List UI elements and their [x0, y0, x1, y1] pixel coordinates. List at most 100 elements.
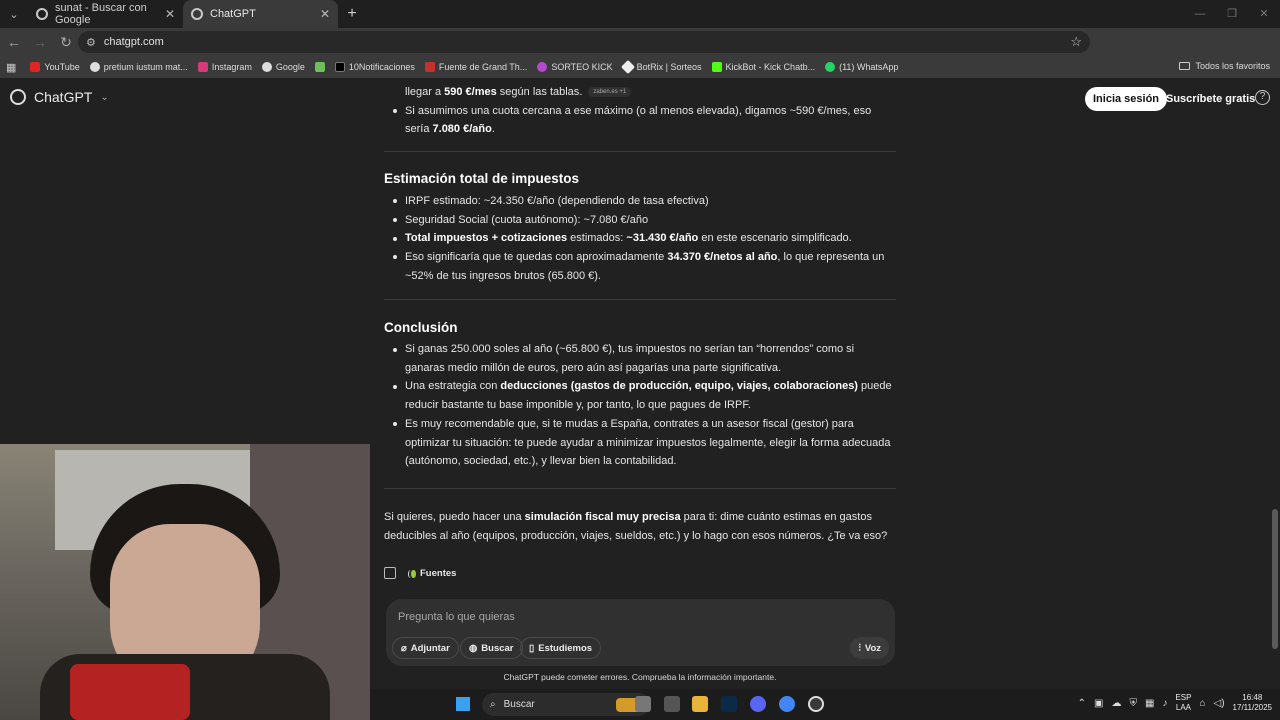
- globe-icon: ◍: [469, 642, 478, 654]
- bookmark-star-icon[interactable]: ☆: [1070, 34, 1082, 50]
- kickbot-icon: [711, 62, 722, 72]
- volume-icon[interactable]: ◁): [1214, 698, 1225, 709]
- text: Eso significaría que te quedas con aprox…: [405, 250, 668, 263]
- microphone-icon[interactable]: ♪: [1162, 698, 1167, 709]
- folder-icon: [1179, 62, 1191, 70]
- subscribe-button[interactable]: Suscríbete gratis: [1160, 87, 1261, 111]
- bookmark-fuente[interactable]: Fuente de Grand Th...: [424, 62, 527, 72]
- bookmarks-bar: ▦ YouTube pretium iustum mat... Instagra…: [0, 56, 1280, 78]
- forward-icon[interactable]: →: [28, 34, 52, 50]
- windows-taskbar: ⌕ Buscar ⌃ ▣ ☁ ⛨ ▦ ♪ ESP LAA ⌂ ◁) 16:48 17…: [370, 689, 1280, 720]
- new-tab-button[interactable]: +: [338, 0, 366, 28]
- waveform-icon: ⫶: [858, 642, 861, 654]
- instagram-icon: [197, 62, 208, 72]
- lang-text: LAA: [1175, 703, 1192, 712]
- windows-start-icon[interactable]: [456, 697, 470, 711]
- shield-icon[interactable]: ⛨: [1130, 698, 1138, 709]
- prompt-composer[interactable]: Pregunta lo que quieras ⌀ Adjuntar ◍ Busca…: [386, 599, 895, 666]
- back-icon[interactable]: ←: [2, 34, 26, 50]
- minimize-icon[interactable]: —: [1184, 0, 1216, 28]
- close-icon[interactable]: ✕: [165, 7, 175, 21]
- toolbar: ← → ↻ ⚙ chatgpt.com ☆ ● ▬ ⧉ ⤓ ≡ ● ⋮: [0, 28, 1280, 77]
- bookmark-botrix[interactable]: BotRix | Sorteos: [620, 59, 702, 75]
- list-item: Si asumimos una cuota cercana a ese máxi…: [384, 102, 896, 139]
- network-icon[interactable]: ⌂: [1199, 698, 1205, 709]
- copy-icon[interactable]: [384, 567, 396, 579]
- close-window-icon[interactable]: ✕: [1248, 0, 1280, 28]
- prompt-input[interactable]: Pregunta lo que quieras: [398, 611, 515, 623]
- disclaimer: ChatGPT puede cometer errores. Comprueba…: [503, 672, 777, 682]
- site-info-icon[interactable]: ⚙: [86, 36, 96, 49]
- text: .: [491, 123, 495, 136]
- discord-icon[interactable]: [750, 696, 766, 712]
- task-view-icon[interactable]: [635, 696, 651, 712]
- login-button[interactable]: Inicia sesión: [1085, 87, 1168, 111]
- tray-app-icon[interactable]: ▣: [1094, 698, 1103, 709]
- bullet-list: IRPF estimado: ~24.350 €/año (dependiend…: [384, 192, 896, 286]
- help-icon[interactable]: ?: [1255, 90, 1270, 105]
- obs-icon[interactable]: [808, 696, 824, 712]
- bookmark-kickbot[interactable]: KickBot - Kick Chatb...: [711, 62, 815, 72]
- chevron-down-icon: ⌄: [100, 91, 109, 103]
- restore-icon[interactable]: ❐: [1216, 0, 1248, 28]
- sources-button[interactable]: Fuentes: [406, 568, 456, 579]
- bookmark-instagram[interactable]: Instagram: [197, 62, 252, 72]
- button-label: Adjuntar: [410, 642, 450, 654]
- reload-icon[interactable]: ↻: [54, 34, 78, 51]
- chevron-up-icon[interactable]: ⌃: [1078, 698, 1086, 709]
- close-icon[interactable]: ✕: [320, 7, 330, 21]
- tray-app-icon[interactable]: ▦: [1145, 698, 1154, 709]
- bookmark-label: 10Notificaciones: [348, 62, 415, 72]
- google-icon: [261, 62, 272, 72]
- divider: [384, 151, 896, 153]
- message-actions: Fuentes: [384, 567, 456, 579]
- book-icon: ▯: [529, 642, 535, 654]
- bookmark-sorteo-kick[interactable]: SORTEO KICK: [537, 62, 613, 72]
- divider: [384, 299, 896, 301]
- text: según las tablas.: [496, 86, 583, 98]
- text-bold: 7.080 €/año: [432, 123, 492, 136]
- text-bold: deducciones (gastos de producción, equip…: [500, 380, 858, 393]
- bookmark-x[interactable]: 10Notificaciones: [334, 62, 415, 72]
- bookmark-label: SORTEO KICK: [551, 62, 613, 72]
- voice-button[interactable]: ⫶ Voz: [850, 637, 889, 659]
- file-explorer-icon[interactable]: [692, 696, 708, 712]
- bookmark-google[interactable]: Google: [261, 62, 305, 72]
- bookmark-pinwheel[interactable]: [314, 62, 325, 72]
- apps-grid-icon[interactable]: ▦: [6, 61, 16, 74]
- cloud-icon[interactable]: ☁: [1112, 698, 1122, 709]
- language-indicator[interactable]: ESP LAA: [1175, 693, 1191, 713]
- button-label: Voz: [864, 642, 881, 654]
- tab-search-icon[interactable]: ⌄: [0, 0, 28, 28]
- bookmark-pretium[interactable]: pretium iustum mat...: [89, 62, 188, 72]
- bookmark-whatsapp[interactable]: (11) WhatsApp: [825, 62, 898, 72]
- model-selector[interactable]: ChatGPT ⌄: [10, 89, 109, 105]
- bookmark-label: BotRix | Sorteos: [636, 62, 702, 72]
- tab-google[interactable]: sunat - Buscar con Google ✕: [28, 0, 183, 28]
- clock[interactable]: 16:48 17/11/2025: [1233, 693, 1272, 713]
- x-icon: [334, 62, 345, 72]
- tab-chatgpt[interactable]: ChatGPT ✕: [183, 0, 338, 28]
- all-bookmarks-folder[interactable]: Todos los favoritos: [1179, 61, 1270, 71]
- app-icon[interactable]: [664, 696, 680, 712]
- attach-button[interactable]: ⌀ Adjuntar: [392, 637, 459, 659]
- bookmark-label: (11) WhatsApp: [839, 62, 899, 72]
- youtube-icon: [30, 62, 41, 72]
- list-item: Una estrategia con deducciones (gastos d…: [384, 377, 896, 414]
- address-bar[interactable]: ⚙ chatgpt.com ☆: [78, 31, 1090, 53]
- scrollbar[interactable]: [1272, 509, 1278, 649]
- window-controls: — ❐ ✕: [1184, 0, 1280, 28]
- fuente-icon: [424, 62, 435, 72]
- bookmark-label: Google: [275, 62, 305, 72]
- search-button[interactable]: ◍ Buscar: [460, 637, 523, 659]
- webcam-overlay: [0, 444, 370, 720]
- source-chip[interactable]: zaben.es +1: [588, 87, 632, 98]
- taskbar-search[interactable]: ⌕ Buscar: [482, 693, 650, 716]
- bookmark-youtube[interactable]: YouTube: [30, 62, 80, 72]
- photoshop-icon[interactable]: [721, 696, 737, 712]
- chrome-icon[interactable]: [779, 696, 795, 712]
- bookmark-label: YouTube: [44, 62, 80, 72]
- list-item: Es muy recomendable que, si te mudas a E…: [384, 415, 896, 471]
- tab-bar: ⌄ sunat - Buscar con Google ✕ ChatGPT ✕ …: [0, 0, 1280, 28]
- study-button[interactable]: ▯ Estudiemos: [520, 637, 602, 659]
